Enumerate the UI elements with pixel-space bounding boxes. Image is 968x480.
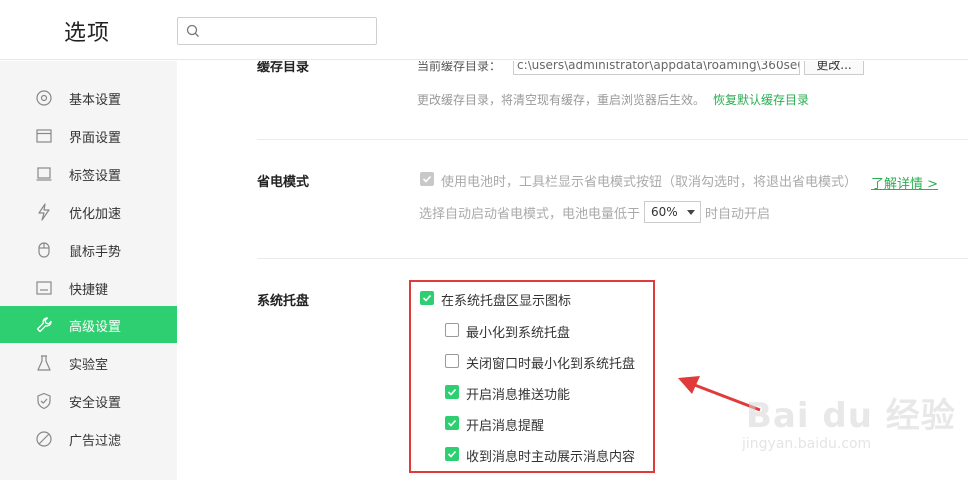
page-title: 选项: [64, 21, 111, 46]
search-icon: [186, 24, 199, 37]
watermark-sub: jingyan.baidu.com: [742, 436, 872, 452]
baidu-watermark: Bai du 经验 jingyan.baidu.com: [738, 370, 955, 460]
header: 选项: [0, 0, 968, 60]
watermark-main: Bai du 经验: [746, 396, 956, 436]
search-input[interactable]: [177, 17, 377, 45]
